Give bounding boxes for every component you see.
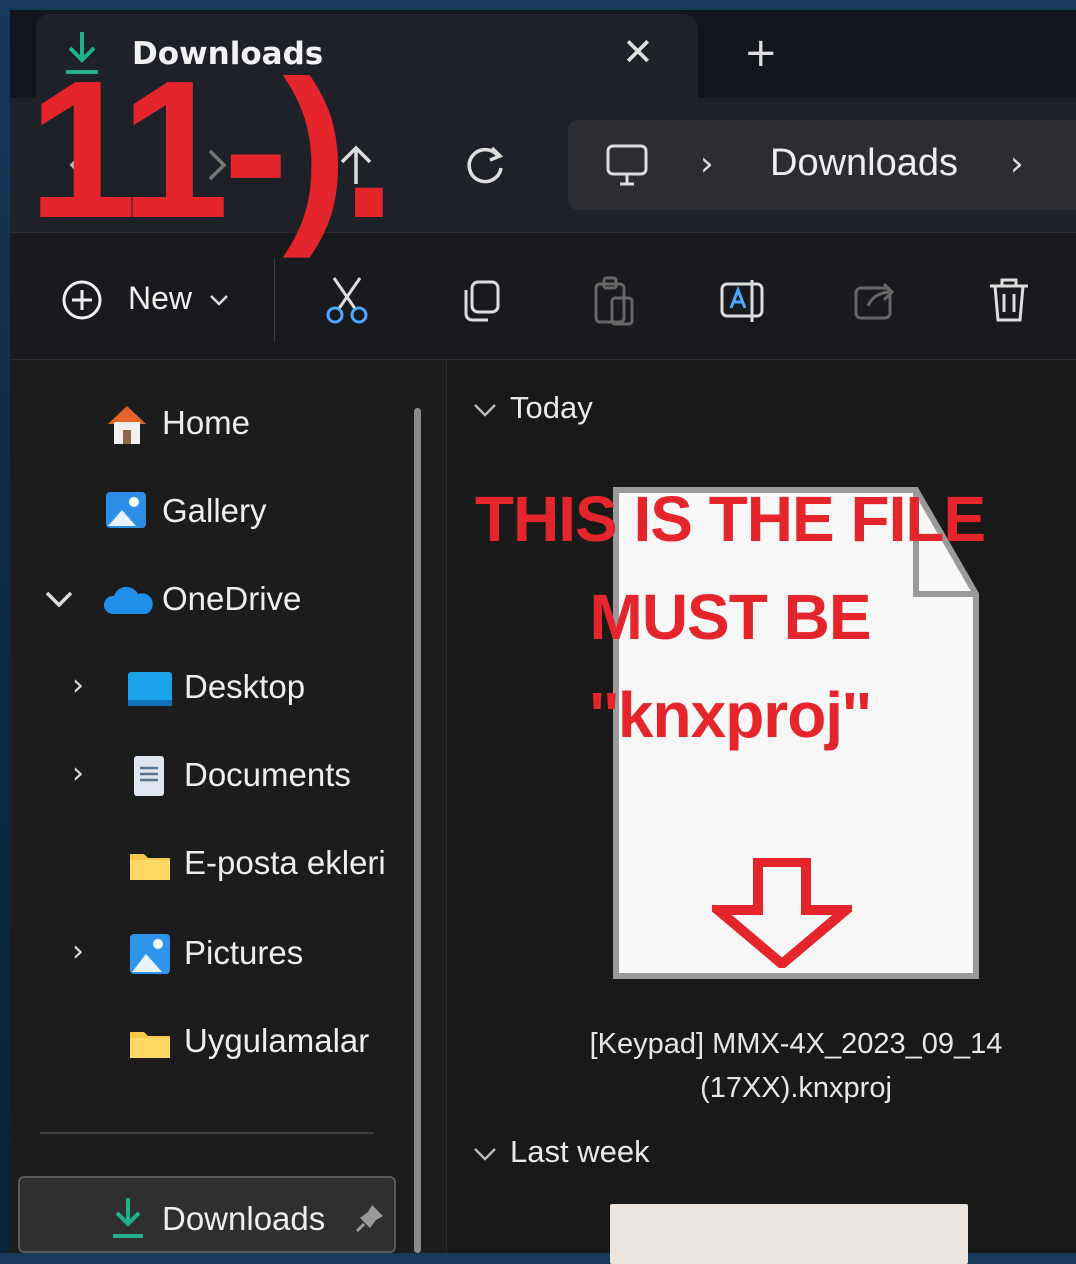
sidebar-item-pictures[interactable]: Pictures <box>124 926 414 986</box>
breadcrumb-downloads[interactable]: Downloads <box>770 142 958 185</box>
chevron-down-icon <box>474 1148 496 1161</box>
annotation-line: THIS IS THE FILE <box>474 483 986 555</box>
rename-icon[interactable] <box>718 276 770 326</box>
share-icon[interactable] <box>852 278 902 324</box>
sidebar-item-label: Home <box>162 404 251 441</box>
sidebar-item-uygulamalar[interactable]: Uygulamalar <box>124 1014 414 1074</box>
toolbar-divider <box>274 258 275 342</box>
refresh-icon[interactable] <box>462 142 508 188</box>
sidebar-item-desktop[interactable]: Desktop <box>124 660 414 720</box>
down-arrow-annotation-icon <box>712 858 852 968</box>
sidebar-item-home[interactable]: Home <box>100 396 400 456</box>
sidebar-item-e-posta-ekleri[interactable]: E-posta ekleri <box>124 836 414 896</box>
breadcrumb-chevron-icon[interactable]: › <box>700 144 714 184</box>
file-name: [Keypad] MMX-4X_2023_09_14 (17XX).knxpro… <box>556 1022 1036 1110</box>
sidebar-item-label: Uygulamalar <box>184 1022 370 1059</box>
download-icon <box>113 1198 143 1238</box>
sidebar-item-onedrive[interactable]: OneDrive <box>100 572 400 632</box>
step-annotation: 11-). <box>28 40 396 259</box>
chevron-down-icon[interactable] <box>44 588 74 612</box>
sidebar-scrollbar[interactable] <box>414 408 421 1253</box>
paste-icon[interactable] <box>588 274 638 328</box>
sidebar-item-label: E-posta ekleri <box>184 844 386 881</box>
sidebar-item-label: OneDrive <box>162 580 302 617</box>
file-name-line: [Keypad] MMX-4X_2023_09_14 <box>589 1028 1003 1060</box>
folder-icon <box>130 1032 170 1058</box>
sidebar-item-label: Gallery <box>162 492 267 529</box>
folder-icon <box>130 854 170 880</box>
sidebar-item-documents[interactable]: Documents <box>124 748 414 808</box>
gallery-icon <box>106 492 146 528</box>
home-icon <box>108 406 146 444</box>
pictures-folder-icon <box>130 934 170 974</box>
annotation-line: MUST BE <box>589 581 872 653</box>
this-pc-icon <box>606 144 648 186</box>
sidebar-item-label: Documents <box>184 756 351 793</box>
sidebar-item-label: Desktop <box>184 668 306 705</box>
file-thumbnail[interactable] <box>610 1204 968 1264</box>
new-plus-icon[interactable] <box>60 278 104 322</box>
sidebar-item-gallery[interactable]: Gallery <box>100 484 400 544</box>
chevron-down-icon[interactable] <box>208 292 230 308</box>
sidebar-item-downloads[interactable]: Downloads <box>18 1176 396 1253</box>
documents-folder-icon <box>134 756 164 796</box>
breadcrumb-chevron-icon[interactable]: › <box>1010 144 1024 184</box>
file-name-line: (17XX).knxproj <box>700 1072 892 1104</box>
pin-icon[interactable] <box>354 1202 386 1234</box>
chevron-right-icon[interactable]: › <box>72 756 84 791</box>
close-tab-button[interactable]: ✕ <box>622 30 654 74</box>
chevron-right-icon[interactable]: › <box>72 934 84 969</box>
sidebar-item-label: Pictures <box>184 934 304 971</box>
chevron-down-icon <box>474 404 496 417</box>
file-annotation-note: THIS IS THE FILE MUST BE ''knxproj'' <box>430 470 1030 764</box>
onedrive-icon <box>103 586 153 614</box>
group-header-today[interactable]: Today <box>470 384 690 436</box>
sidebar-item-label: Downloads <box>162 1200 326 1237</box>
new-tab-button[interactable]: + <box>744 30 778 76</box>
sidebar-divider <box>40 1132 374 1134</box>
delete-icon[interactable] <box>986 274 1032 326</box>
desktop-folder-icon <box>128 672 172 706</box>
cut-icon[interactable] <box>322 274 372 326</box>
chevron-right-icon[interactable]: › <box>72 668 84 703</box>
group-header-label: Last week <box>510 1134 650 1169</box>
new-button[interactable]: New <box>128 280 192 317</box>
copy-icon[interactable] <box>456 276 506 326</box>
group-header-label: Today <box>510 390 593 425</box>
annotation-line: ''knxproj'' <box>589 679 871 751</box>
group-header-last-week[interactable]: Last week <box>470 1128 730 1180</box>
